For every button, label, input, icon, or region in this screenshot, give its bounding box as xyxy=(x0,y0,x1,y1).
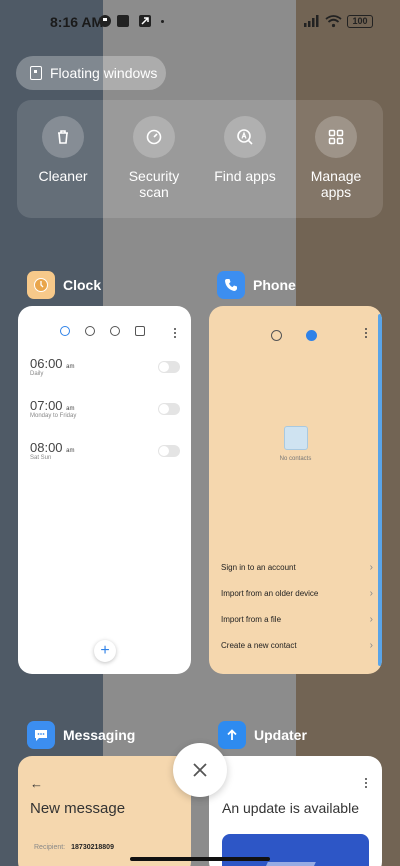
chevron-right-icon: › xyxy=(369,613,373,625)
messaging-app-icon xyxy=(27,721,55,749)
timer-tab-icon[interactable] xyxy=(135,326,145,336)
phone-tabs xyxy=(271,330,317,341)
updater-app-name: Updater xyxy=(254,727,307,743)
phone-app-header[interactable]: Phone xyxy=(217,271,296,299)
contacts-placeholder-icon xyxy=(283,426,308,450)
contacts-tab-icon[interactable] xyxy=(306,330,317,341)
phone-app-name: Phone xyxy=(253,277,296,293)
manage-apps-label: Manage apps xyxy=(310,168,362,200)
alarm-suffix: am xyxy=(66,448,75,454)
updater-app-icon xyxy=(218,721,246,749)
find-apps-label: Find apps xyxy=(214,168,276,184)
back-arrow-icon[interactable]: ← xyxy=(30,776,43,791)
alarm-time: 08:00 xyxy=(30,440,63,455)
update-banner-image xyxy=(222,834,369,866)
battery-indicator: 100 xyxy=(347,15,373,28)
call-log-tab-icon[interactable] xyxy=(271,330,282,341)
cleaner-label: Cleaner xyxy=(38,168,88,184)
recipient-value: 18730218809 xyxy=(71,844,114,851)
no-contacts-text: No contacts xyxy=(279,456,312,462)
stopwatch-tab-icon[interactable] xyxy=(110,326,120,336)
messaging-app-card[interactable]: ← New message Recipient: 18730218809 xyxy=(18,756,191,866)
updater-app-header[interactable]: Updater xyxy=(218,721,307,749)
close-icon xyxy=(193,763,207,777)
alarm-toggle[interactable] xyxy=(158,403,180,415)
security-scan-label: Security scan xyxy=(128,168,180,200)
chevron-right-icon: › xyxy=(369,561,373,573)
list-item[interactable]: Import from an older device › xyxy=(221,580,373,606)
alarm-time: 06:00 xyxy=(30,356,63,371)
alarm-repeat: Daily xyxy=(30,371,44,377)
alarm-repeat: Monday to Friday xyxy=(30,413,77,419)
contact-actions-list: Sign in to an account › Import from an ol… xyxy=(221,554,373,658)
notification-icon xyxy=(117,15,129,27)
app-notification-icon xyxy=(99,15,111,27)
sign-in-account-label: Sign in to an account xyxy=(221,562,296,572)
grid-icon xyxy=(315,116,357,158)
updater-app-card[interactable]: An update is available xyxy=(209,756,382,866)
import-file-label: Import from a file xyxy=(221,614,282,624)
floating-windows-button[interactable]: Floating windows xyxy=(16,56,166,90)
recipient-label: Recipient: xyxy=(34,844,66,851)
chevron-right-icon: › xyxy=(369,587,373,599)
floating-windows-label: Floating windows xyxy=(50,65,158,81)
alarm-item[interactable]: 08:00 am Sat Sun xyxy=(30,440,180,461)
world-clock-tab-icon[interactable] xyxy=(85,326,95,336)
phone-app-icon xyxy=(217,271,245,299)
status-bar: 8:16 AM 100 xyxy=(0,0,400,44)
status-time: 8:16 AM xyxy=(50,14,104,30)
clock-app-icon xyxy=(27,271,55,299)
chevron-right-icon: › xyxy=(369,639,373,651)
alarm-suffix: am xyxy=(66,364,75,370)
quick-tools-panel: Cleaner Security scan Find apps Manage a… xyxy=(17,100,383,218)
alarm-tab-icon[interactable] xyxy=(60,326,70,336)
alarm-item[interactable]: 07:00 am Monday to Friday xyxy=(30,398,180,419)
alarm-toggle[interactable] xyxy=(158,445,180,457)
create-contact-label: Create a new contact xyxy=(221,640,297,650)
cleaner-button[interactable]: Cleaner xyxy=(18,116,108,184)
phone-app-card[interactable]: No contacts Sign in to an account › Impor… xyxy=(209,306,382,674)
new-message-title: New message xyxy=(30,800,126,817)
update-available-title: An update is available xyxy=(222,800,359,816)
recipient-row[interactable]: Recipient: 18730218809 xyxy=(34,844,114,851)
more-options-icon[interactable] xyxy=(174,328,177,338)
find-apps-icon xyxy=(224,116,266,158)
clear-all-button[interactable] xyxy=(173,743,227,797)
list-item[interactable]: Import from a file › xyxy=(221,606,373,632)
clock-app-name: Clock xyxy=(63,277,102,293)
messaging-app-header[interactable]: Messaging xyxy=(27,721,135,749)
notification-arrow-icon xyxy=(139,15,151,27)
more-notifications-dot xyxy=(161,20,164,23)
more-options-icon[interactable] xyxy=(365,778,368,788)
alarm-time: 07:00 xyxy=(30,398,63,413)
clock-app-card[interactable]: 06:00 am Daily 07:00 am Monday to Friday… xyxy=(18,306,191,674)
home-indicator[interactable] xyxy=(130,857,270,861)
find-apps-button[interactable]: Find apps xyxy=(200,116,290,184)
floating-window-icon xyxy=(30,66,42,80)
trash-icon xyxy=(42,116,84,158)
alarm-toggle[interactable] xyxy=(158,361,180,373)
clock-tabs xyxy=(60,326,145,336)
add-alarm-button[interactable]: + xyxy=(94,640,116,662)
alarm-item[interactable]: 06:00 am Daily xyxy=(30,356,180,377)
list-item[interactable]: Create a new contact › xyxy=(221,632,373,658)
signal-icon xyxy=(304,15,319,27)
security-scan-button[interactable]: Security scan xyxy=(109,116,199,200)
clock-app-header[interactable]: Clock xyxy=(27,271,101,299)
messaging-app-name: Messaging xyxy=(63,727,136,743)
wifi-icon xyxy=(325,15,342,28)
alarm-suffix: am xyxy=(66,406,75,412)
import-older-device-label: Import from an older device xyxy=(221,588,319,598)
more-options-icon[interactable] xyxy=(365,328,368,338)
shield-scan-icon xyxy=(133,116,175,158)
alarm-repeat: Sat Sun xyxy=(30,455,52,461)
empty-contacts: No contacts xyxy=(209,426,382,462)
manage-apps-button[interactable]: Manage apps xyxy=(291,116,381,200)
list-item[interactable]: Sign in to an account › xyxy=(221,554,373,580)
